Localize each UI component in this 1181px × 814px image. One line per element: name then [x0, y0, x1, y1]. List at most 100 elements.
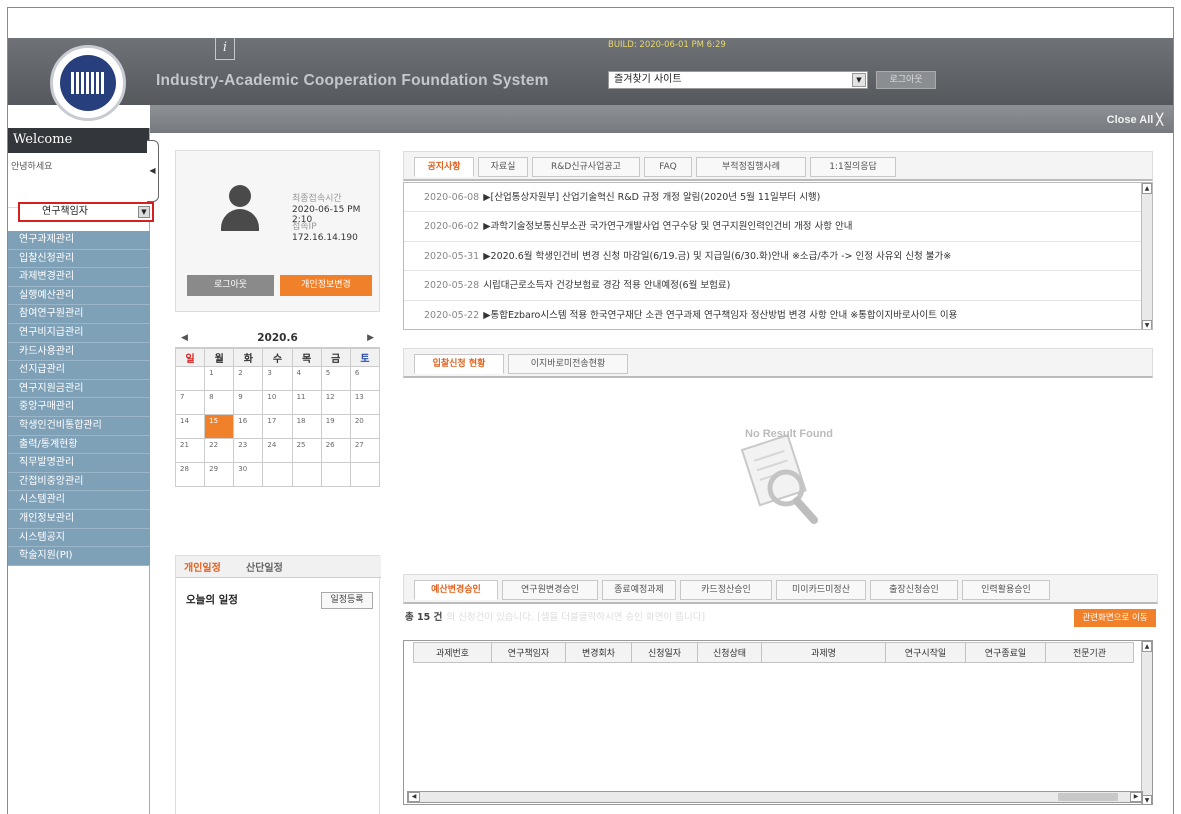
calendar-day[interactable]: 23 — [233, 438, 264, 463]
calendar-day[interactable]: 30 — [233, 462, 264, 487]
header-logout-button[interactable]: 로그아웃 — [876, 71, 936, 89]
column-header[interactable]: 변경회차 — [565, 642, 632, 663]
scroll-up-icon[interactable]: ▲ — [1142, 641, 1152, 652]
calendar-day[interactable]: 15 — [204, 414, 235, 439]
sidebar-menu-item[interactable]: 입찰신청관리 — [8, 249, 150, 269]
calendar-day[interactable]: 5 — [320, 366, 351, 391]
go-related-screen-button[interactable]: 관련화면으로 이동 — [1074, 609, 1156, 627]
calendar-day[interactable]: 21 — [174, 438, 206, 463]
notice-title[interactable]: ▶통합Ezbaro시스템 적용 한국연구재단 소관 연구과제 연구책임자 정산방… — [483, 310, 957, 321]
tab-library[interactable]: 자료실 — [478, 157, 528, 177]
calendar-day[interactable]: 24 — [262, 438, 293, 463]
tab-card-settlement-approval[interactable]: 카드정산승인 — [680, 580, 772, 600]
tab-researcher-change-approval[interactable]: 연구원변경승인 — [502, 580, 598, 600]
close-all-button[interactable]: Close All ╳ — [1107, 113, 1163, 126]
calendar-day[interactable]: 29 — [204, 462, 235, 487]
sidebar-menu-item[interactable]: 중앙구매관리 — [8, 398, 150, 417]
tab-rnd-announcements[interactable]: R&D신규사업공고 — [532, 157, 640, 177]
next-month-icon[interactable]: ▶ — [367, 330, 374, 347]
calendar-day[interactable]: 16 — [233, 414, 264, 439]
column-header[interactable]: 과제명 — [761, 642, 886, 663]
sidebar-menu-item[interactable]: 시스템공지 — [8, 528, 150, 548]
chevron-down-icon[interactable]: ▼ — [138, 206, 150, 218]
notice-row[interactable]: 2020-06-02 ▶과학기술정보통신부소관 국가연구개발사업 연구수당 및 연… — [404, 212, 1152, 242]
notice-scrollbar[interactable]: ▲ ▼ — [1141, 183, 1152, 329]
grid-scrollbar[interactable]: ▲ ▼ — [1141, 641, 1152, 804]
tab-personal-schedule[interactable]: 개인일정 — [184, 559, 221, 574]
scroll-up-icon[interactable]: ▲ — [1142, 183, 1152, 194]
tab-notice[interactable]: 공지사항 — [414, 157, 474, 177]
column-header[interactable]: 연구종료일 — [965, 642, 1046, 663]
scroll-thumb[interactable] — [1058, 793, 1118, 801]
scroll-right-icon[interactable]: ▶ — [1130, 792, 1142, 802]
calendar-day[interactable]: 4 — [291, 366, 322, 391]
calendar-day[interactable]: 26 — [320, 438, 351, 463]
scroll-down-icon[interactable]: ▼ — [1142, 795, 1152, 804]
column-header[interactable]: 신청상태 — [697, 642, 762, 663]
calendar-day[interactable]: 8 — [204, 390, 235, 415]
column-header[interactable]: 전문기관 — [1045, 642, 1134, 663]
sidebar-menu-item[interactable]: 연구비지급관리 — [8, 323, 150, 343]
notice-row[interactable]: 2020-05-28 시립대근로소득자 건강보험료 경감 적용 안내예정(6월 보… — [404, 271, 1152, 301]
calendar-day[interactable]: 3 — [262, 366, 293, 391]
notice-row[interactable]: 2020-05-31 ▶2020.6월 학생인건비 변경 신청 마감일(6/19.… — [404, 242, 1152, 272]
scroll-down-icon[interactable]: ▼ — [1142, 320, 1152, 329]
calendar-day[interactable]: 11 — [291, 390, 322, 415]
sidebar-collapse-icon[interactable]: ◀ — [147, 140, 159, 202]
sidebar-menu-item[interactable]: 간접비중앙관리 — [8, 472, 150, 492]
calendar-day[interactable]: 28 — [174, 462, 206, 487]
calendar-day[interactable]: 6 — [349, 366, 381, 391]
sidebar-menu-item[interactable]: 출력/통계현황 — [8, 435, 150, 455]
calendar-day[interactable]: 1 — [204, 366, 235, 391]
notice-title[interactable]: 시립대근로소득자 건강보험료 경감 적용 안내예정(6월 보험료) — [483, 280, 730, 291]
sidebar-menu-item[interactable]: 시스템관리 — [8, 491, 150, 510]
sidebar-menu-item[interactable]: 선지급관리 — [8, 361, 150, 380]
tab-faq[interactable]: FAQ — [644, 157, 692, 177]
chevron-down-icon[interactable]: ▼ — [852, 73, 866, 87]
calendar-day[interactable]: 27 — [349, 438, 381, 463]
prev-month-icon[interactable]: ◀ — [181, 330, 188, 347]
column-header[interactable]: 신청일자 — [631, 642, 698, 663]
sidebar-menu-item[interactable]: 카드사용관리 — [8, 342, 150, 362]
calendar-day[interactable]: 12 — [320, 390, 351, 415]
sidebar-menu-item[interactable]: 직무발명관리 — [8, 454, 150, 473]
university-logo[interactable] — [50, 45, 126, 121]
calendar-day[interactable]: 20 — [349, 414, 381, 439]
column-header[interactable]: 연구시작일 — [885, 642, 966, 663]
notice-row[interactable]: 2020-06-08 ▶[산업통상자원부] 산업기술혁신 R&D 규정 개정 알림… — [404, 183, 1152, 213]
favorites-select[interactable]: 즐겨찾기 사이트 ▼ — [608, 71, 868, 89]
calendar-day[interactable]: 17 — [262, 414, 293, 439]
tab-bid-status[interactable]: 입찰신청 현황 — [414, 354, 504, 374]
logout-button[interactable]: 로그아웃 — [187, 275, 274, 296]
calendar-day[interactable]: 14 — [174, 414, 206, 439]
sidebar-menu-item[interactable]: 연구과제관리 — [8, 231, 150, 250]
tab-ending-projects[interactable]: 종료예정과제 — [602, 580, 676, 600]
sidebar-menu-item[interactable]: 실행예산관리 — [8, 286, 150, 306]
tab-budget-change-approval[interactable]: 예산변경승인 — [414, 580, 498, 600]
scroll-left-icon[interactable]: ◀ — [408, 792, 420, 802]
calendar-day[interactable]: 2 — [233, 366, 264, 391]
sidebar-menu-item[interactable]: 과제변경관리 — [8, 268, 150, 287]
calendar-day[interactable]: 25 — [291, 438, 322, 463]
tab-misuse-cases[interactable]: 부적정집행사례 — [696, 157, 806, 177]
notice-row[interactable]: 2020-05-22 ▶통합Ezbaro시스템 적용 한국연구재단 소관 연구과제… — [404, 301, 1152, 329]
sidebar-menu-item[interactable]: 연구지원금관리 — [8, 379, 150, 399]
calendar-day[interactable]: 10 — [262, 390, 293, 415]
sidebar-menu-item[interactable]: 학술지원(PI) — [8, 547, 150, 566]
notice-title[interactable]: ▶과학기술정보통신부소관 국가연구개발사업 연구수당 및 연구지원인력인건비 개… — [483, 221, 852, 232]
tab-ezbaro-unsent[interactable]: 이지바로미전송현황 — [508, 354, 628, 374]
calendar-day[interactable]: 18 — [291, 414, 322, 439]
tab-staff-approval[interactable]: 인력활용승인 — [962, 580, 1050, 600]
calendar-day[interactable]: 7 — [174, 390, 206, 415]
column-header[interactable]: 과제번호 — [413, 642, 492, 663]
tab-trip-approval[interactable]: 출장신청승인 — [870, 580, 958, 600]
calendar-day[interactable]: 13 — [349, 390, 381, 415]
notice-title[interactable]: ▶2020.6월 학생인건비 변경 신청 마감일(6/19.금) 및 지급일(6… — [483, 251, 951, 262]
sidebar-menu-item[interactable]: 학생인건비통합관리 — [8, 416, 150, 436]
sidebar-menu-item[interactable]: 참여연구원관리 — [8, 305, 150, 324]
edit-profile-button[interactable]: 개인정보변경 — [280, 275, 372, 296]
info-icon[interactable]: i — [215, 38, 235, 60]
role-select[interactable]: 연구책임자 ▼ — [18, 202, 154, 222]
notice-title[interactable]: ▶[산업통상자원부] 산업기술혁신 R&D 규정 개정 알림(2020년 5월 … — [483, 192, 820, 203]
tab-unsettled-card[interactable]: 미이카드미정산 — [776, 580, 866, 600]
